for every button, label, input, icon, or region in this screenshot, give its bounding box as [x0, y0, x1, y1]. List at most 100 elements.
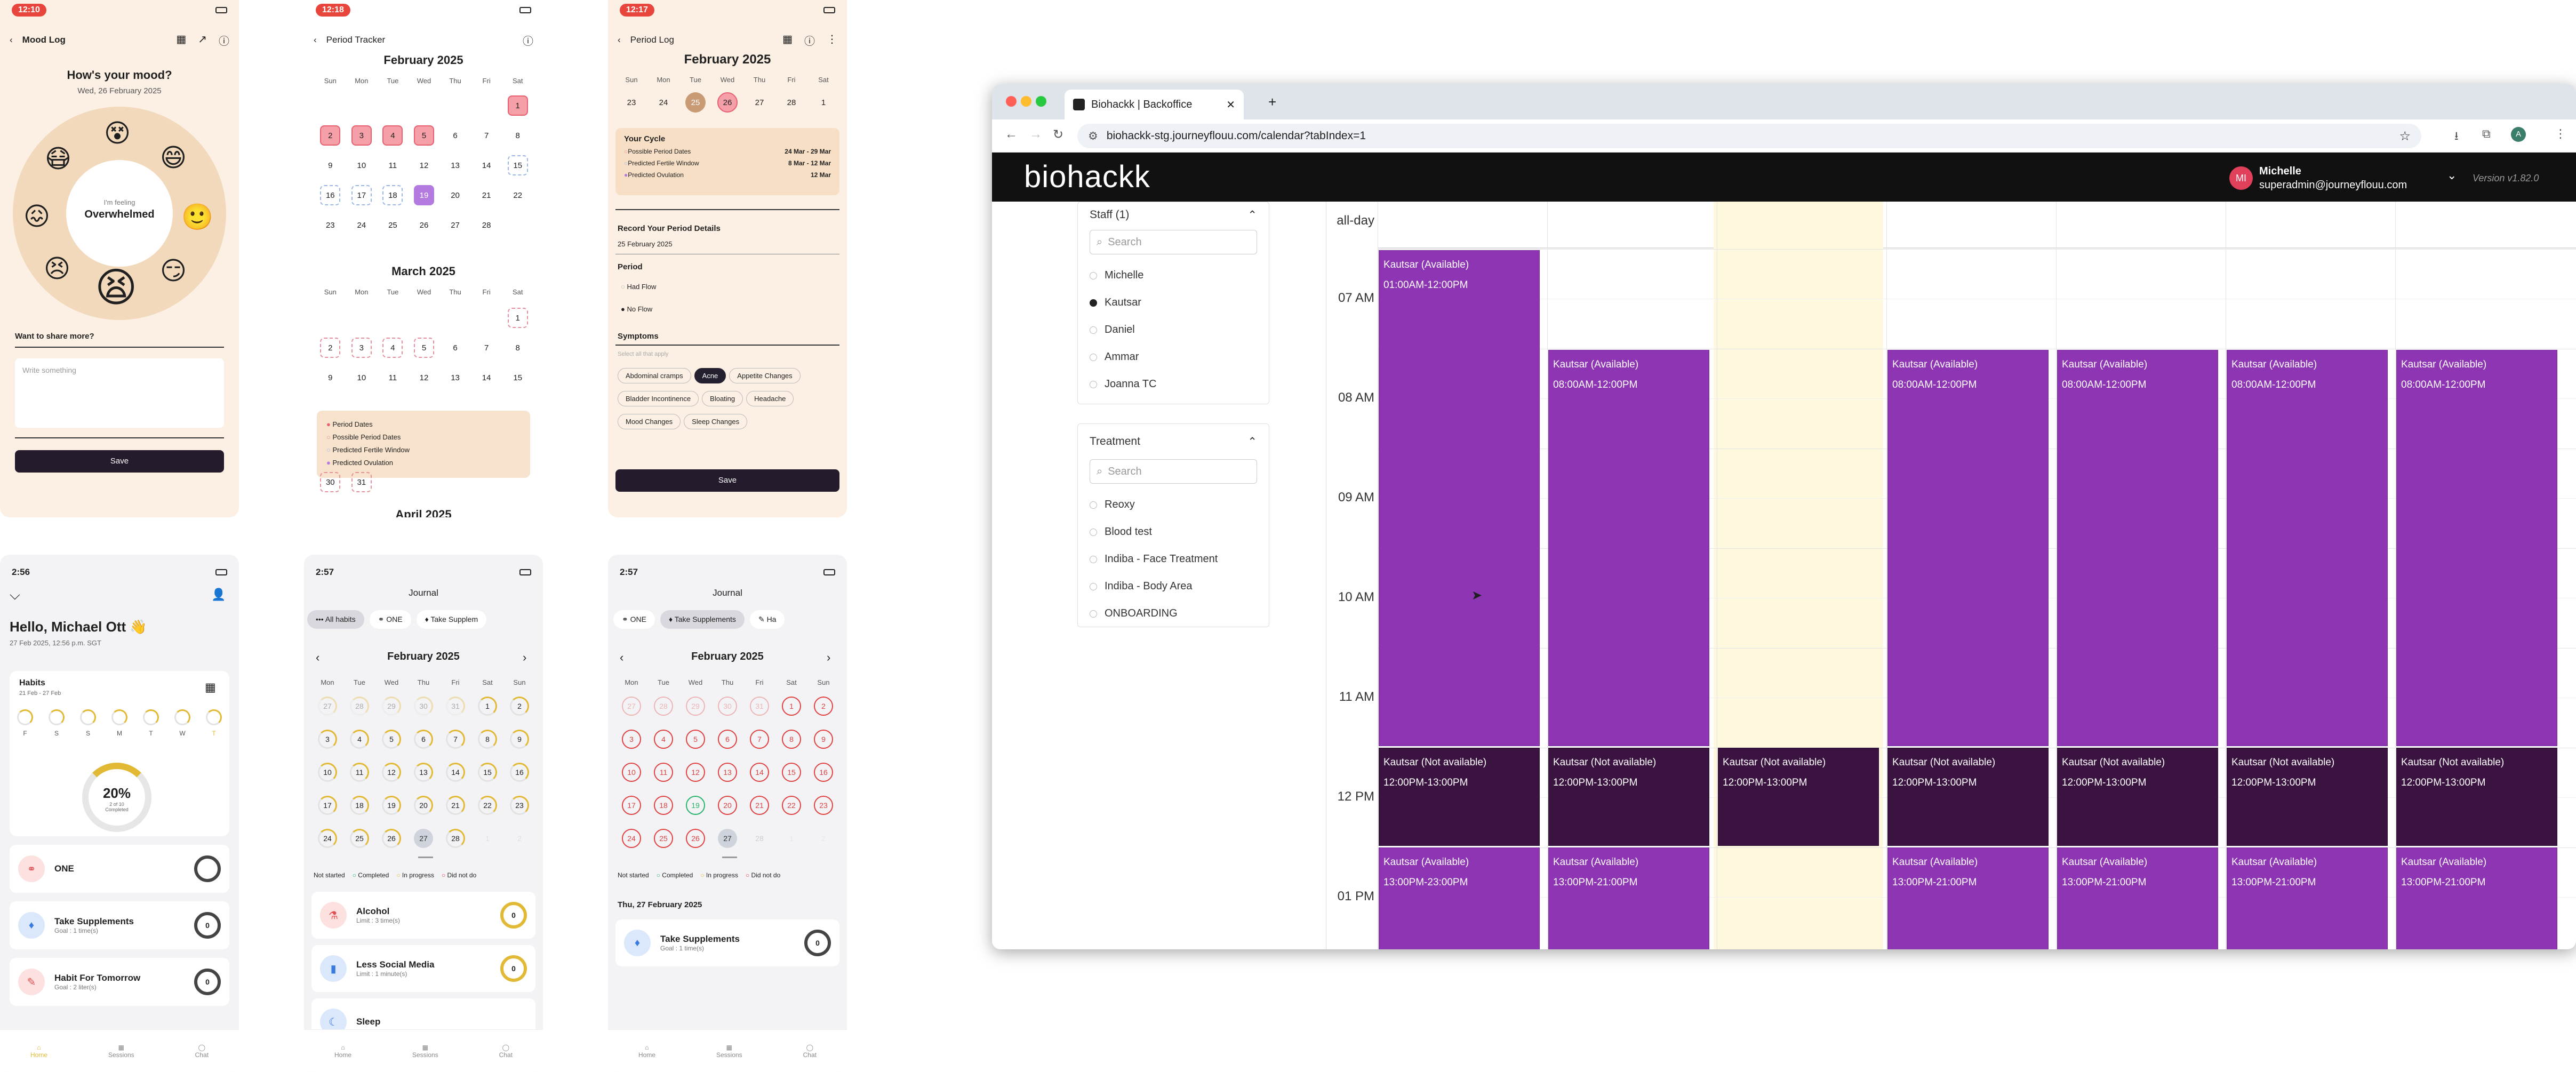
symptom-tag[interactable]: Bladder Incontinence — [618, 391, 699, 406]
day-circle[interactable]: 19 — [382, 796, 401, 815]
day-cell[interactable]: 12 — [409, 150, 440, 180]
day-circle[interactable]: 30 — [414, 697, 433, 716]
day-cell[interactable]: 8 — [471, 724, 503, 754]
radio-icon[interactable] — [1090, 610, 1097, 618]
staff-search[interactable]: ⌕ Search — [1090, 230, 1257, 254]
symptom-tag[interactable]: Abdominal cramps — [618, 368, 691, 383]
habit-card[interactable]: ▮ Less Social Media Limit : 1 minute(s) 0 — [311, 945, 535, 992]
info-icon[interactable]: ⓘ — [804, 33, 815, 48]
day-circle[interactable]: 31 — [446, 697, 465, 716]
emoji-happy-icon[interactable]: 😄 — [160, 143, 187, 173]
nav-chat[interactable]: ◯ Chat — [803, 1044, 817, 1059]
day-cell[interactable]: 10 — [615, 757, 647, 787]
day-circle[interactable]: 28 — [654, 697, 673, 716]
day-cell[interactable]: 28 — [775, 87, 807, 117]
day-cell[interactable]: 11 — [343, 757, 375, 787]
day-cell[interactable]: 29 — [375, 691, 407, 721]
day-circle[interactable]: 2 — [510, 697, 529, 716]
day-circle[interactable]: 27 — [622, 697, 641, 716]
day-circle[interactable]: 9 — [510, 730, 529, 749]
staff-header[interactable]: Staff (1) ⌃ — [1090, 202, 1257, 228]
info-icon[interactable]: ⓘ — [523, 33, 533, 48]
day-cell[interactable]: 1 — [471, 823, 503, 853]
staff-option[interactable]: Daniel — [1090, 316, 1257, 343]
nav-chat[interactable]: ◯ Chat — [195, 1044, 209, 1059]
day-circle[interactable]: 28 — [350, 697, 369, 716]
day-cell[interactable]: 16 — [503, 757, 535, 787]
radio-icon[interactable] — [1090, 380, 1097, 388]
treatment-search[interactable]: ⌕ Search — [1090, 459, 1257, 484]
day-cell[interactable]: 18 — [647, 790, 679, 820]
day-cell[interactable]: 10 — [346, 363, 378, 393]
staff-option[interactable]: Ammar — [1090, 343, 1257, 371]
day-circle[interactable]: 22 — [782, 796, 801, 815]
day-cell[interactable]: 11 — [647, 757, 679, 787]
day-cell[interactable]: 14 — [471, 150, 502, 180]
treatment-option[interactable]: Indiba - Body Area — [1090, 573, 1257, 600]
day-cell[interactable]: 26 — [375, 823, 407, 853]
day-circle[interactable]: 11 — [350, 763, 369, 782]
day-circle[interactable]: 7 — [750, 730, 769, 749]
available-event[interactable]: Kautsar (Available) 13:00PM-21:00PM — [2396, 847, 2557, 949]
back-icon[interactable]: ‹ — [314, 35, 317, 45]
day-circle[interactable]: 24 — [622, 829, 641, 848]
day-circle[interactable]: 1 — [478, 829, 497, 848]
day-circle[interactable]: 29 — [686, 697, 705, 716]
day-circle[interactable]: 14 — [750, 763, 769, 782]
day-circle[interactable]: 5 — [382, 730, 401, 749]
day-cell[interactable]: 16 — [807, 757, 839, 787]
day-cell[interactable]: 9 — [315, 150, 346, 180]
download-icon[interactable]: ⭳ — [2454, 127, 2459, 147]
reload-icon[interactable]: ↻ — [1053, 127, 1063, 142]
day-cell[interactable]: 7 — [439, 724, 471, 754]
day-cell[interactable]: 1 — [775, 691, 807, 721]
habit-card[interactable]: ♦ Take Supplements Goal : 1 time(s) 0 — [615, 919, 839, 966]
day-cell[interactable]: 25 — [647, 823, 679, 853]
nav-home[interactable]: ⌂ Home — [30, 1044, 47, 1059]
emoji-smile-icon[interactable]: 🙂 — [181, 202, 213, 232]
site-info-icon[interactable]: ⚙ — [1088, 130, 1098, 143]
day-cell[interactable]: 16 — [315, 180, 346, 210]
day-circle[interactable]: 31 — [750, 697, 769, 716]
day-circle[interactable]: 18 — [654, 796, 673, 815]
day-cell[interactable]: 4 — [377, 121, 409, 150]
day-cell[interactable]: 14 — [439, 757, 471, 787]
day-circle[interactable]: 13 — [414, 763, 433, 782]
day-cell[interactable]: 6 — [439, 333, 471, 363]
available-event[interactable]: Kautsar (Available) 08:00AM-12:00PM — [1548, 350, 1709, 746]
day-cell[interactable]: 3 — [346, 333, 378, 363]
day-cell[interactable]: 12 — [409, 363, 440, 393]
symptom-tag[interactable]: Sleep Changes — [684, 414, 748, 429]
day-cell[interactable]: 15 — [471, 757, 503, 787]
radio-icon[interactable] — [1090, 299, 1097, 307]
day-cell[interactable]: 14 — [743, 757, 775, 787]
back-icon[interactable]: ← — [1005, 127, 1018, 142]
flow-option-no[interactable]: ● No Flow — [621, 305, 652, 313]
day-cell[interactable]: 24 — [615, 823, 647, 853]
unavailable-event[interactable]: Kautsar (Not available) 12:00PM-13:00PM — [1379, 748, 1540, 846]
address-bar[interactable]: ⚙ biohackk-stg.journeyflouu.com/calendar… — [1077, 124, 2421, 148]
chip-one[interactable]: ⚭ ONE — [613, 610, 655, 629]
day-cell[interactable]: 1 — [502, 91, 533, 121]
unavailable-event[interactable]: Kautsar (Not available) 12:00PM-13:00PM — [2057, 748, 2218, 846]
day-circle[interactable]: 6 — [414, 730, 433, 749]
day-cell[interactable]: 21 — [471, 180, 502, 210]
day-cell[interactable]: 28 — [439, 823, 471, 853]
day-cell[interactable]: 26 — [679, 823, 711, 853]
tab-close-icon[interactable]: ✕ — [1226, 98, 1235, 111]
radio-icon[interactable] — [1090, 582, 1097, 590]
day-cell[interactable]: 1 — [502, 303, 533, 333]
day-circle[interactable]: 23 — [510, 796, 529, 815]
day-cell[interactable]: 27 — [439, 210, 471, 240]
day-cell[interactable]: 22 — [502, 180, 533, 210]
day-cell[interactable]: 27 — [311, 691, 343, 721]
emoji-angry-icon[interactable]: 😣 — [44, 254, 70, 284]
day-cell[interactable]: 13 — [439, 363, 471, 393]
day-circle[interactable]: 15 — [478, 763, 497, 782]
save-button[interactable]: Save — [15, 450, 224, 473]
chip-one[interactable]: ⚭ ONE — [369, 610, 411, 629]
available-event[interactable]: Kautsar (Available) 01:00AM-12:00PM — [1379, 250, 1540, 746]
day-circle[interactable]: 17 — [318, 796, 337, 815]
day-cell[interactable]: 24 — [647, 87, 679, 117]
day-cell[interactable]: 15 — [502, 363, 533, 393]
